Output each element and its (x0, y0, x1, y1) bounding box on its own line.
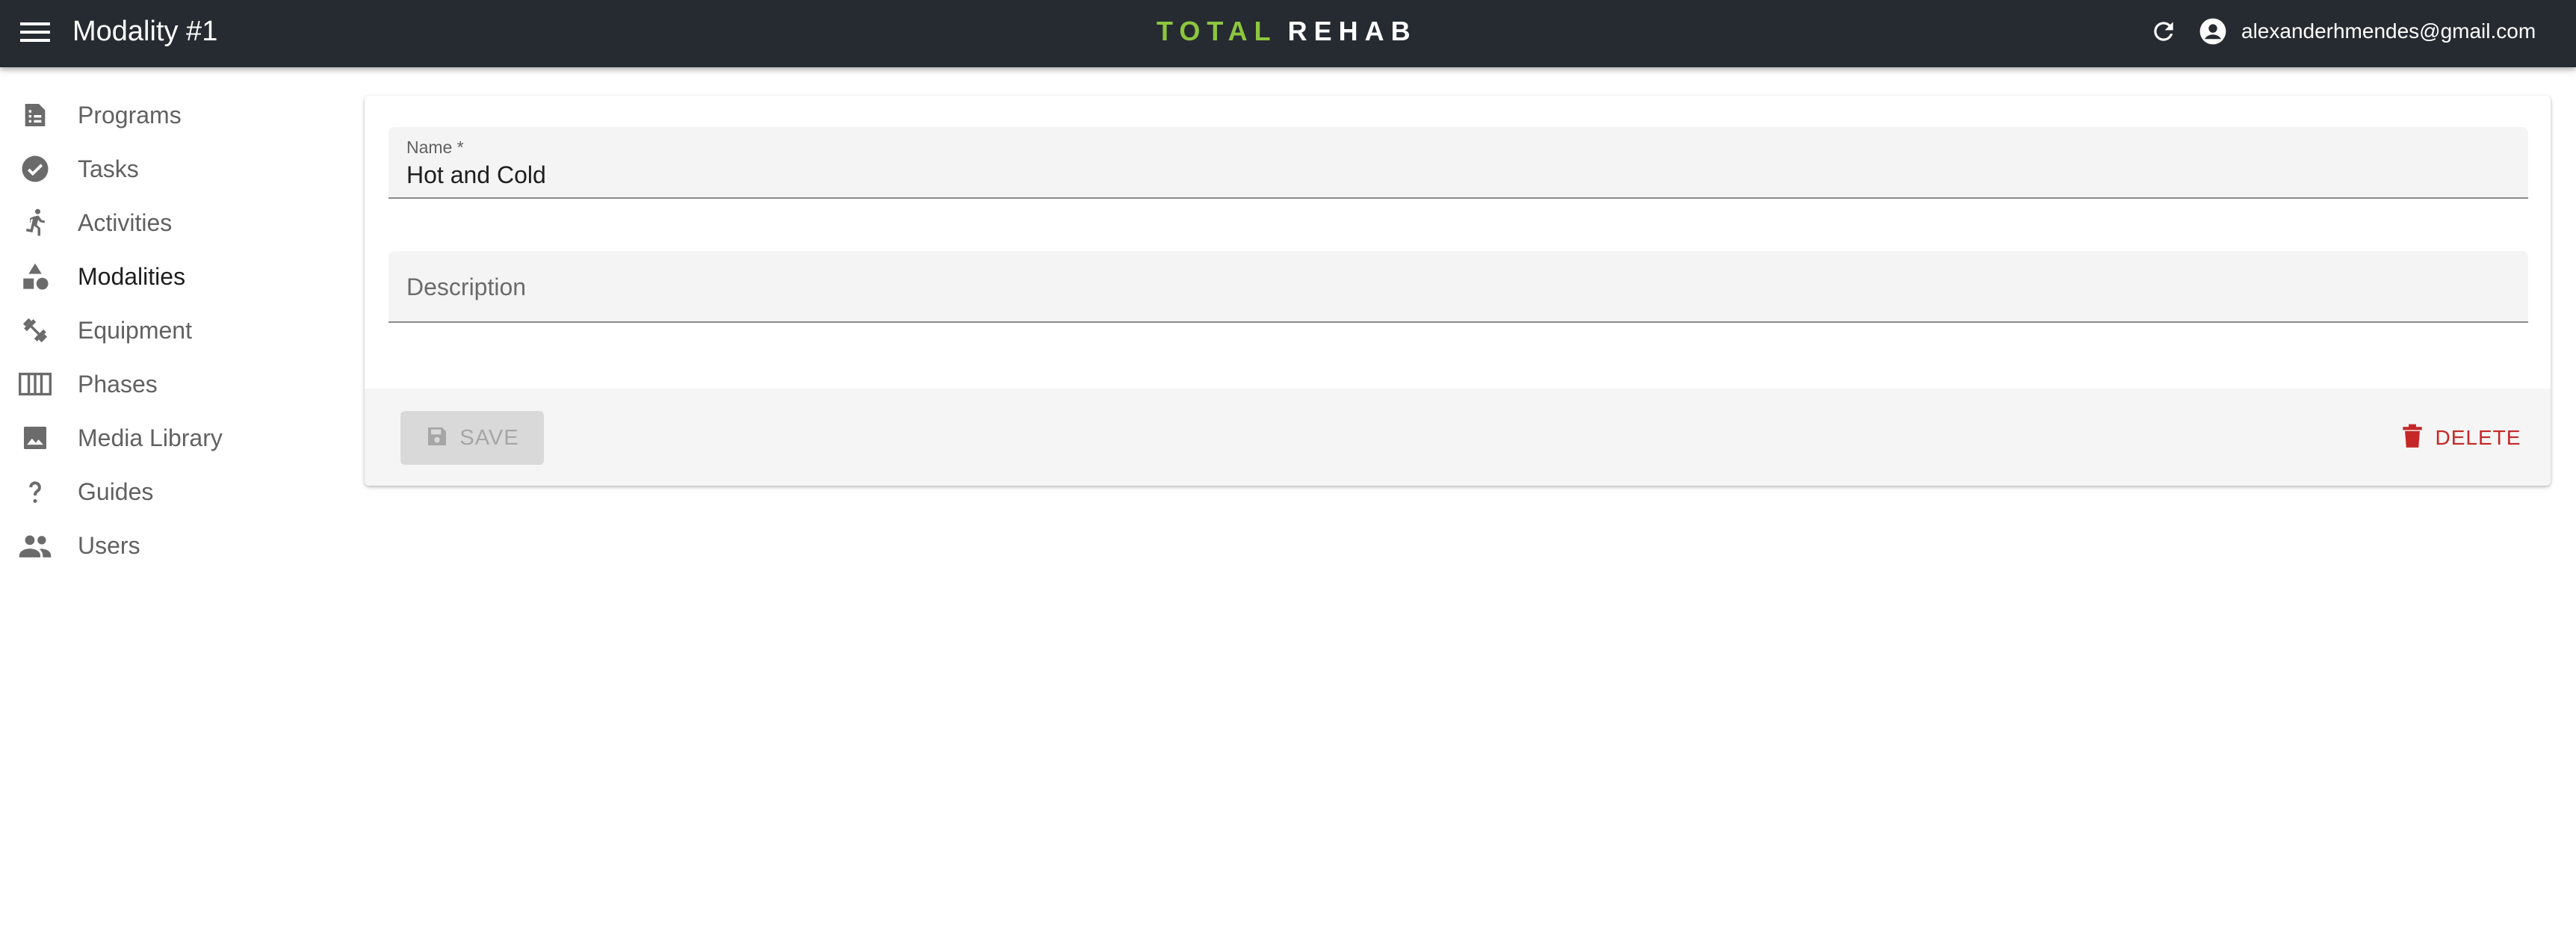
dumbbell-icon (16, 312, 54, 349)
user-email[interactable]: alexanderhmendes@gmail.com (2241, 0, 2536, 63)
save-label: SAVE (459, 425, 519, 450)
running-person-icon (16, 204, 54, 241)
sidebar-item-label: Modalities (78, 262, 186, 290)
name-input[interactable]: Hot and Cold (406, 161, 546, 189)
logo-text-rehab: REHAB (1287, 16, 1417, 46)
page-title: Modality #1 (72, 16, 218, 47)
sidebar-item-phases[interactable]: Phases (0, 357, 344, 411)
question-mark-icon (16, 473, 54, 510)
image-icon (16, 419, 54, 457)
sidebar-item-label: Media Library (78, 424, 223, 451)
program-icon (16, 96, 54, 134)
sidebar-item-equipment[interactable]: Equipment (0, 303, 344, 357)
refresh-icon[interactable] (2146, 13, 2182, 49)
shapes-icon (16, 258, 54, 295)
sidebar-item-media-library[interactable]: Media Library (0, 411, 344, 465)
save-icon (425, 424, 449, 452)
modality-form-card: Name * Hot and Cold Description SAVE DEL… (365, 96, 2551, 486)
sidebar-item-label: Users (78, 531, 140, 559)
description-field[interactable]: Description (388, 251, 2528, 323)
delete-button[interactable]: DELETE (2386, 411, 2536, 465)
columns-icon (16, 365, 54, 403)
sidebar-item-label: Tasks (78, 155, 139, 182)
sidebar-item-label: Programs (78, 101, 182, 129)
sidebar-item-programs[interactable]: Programs (0, 88, 344, 142)
card-actions: SAVE DELETE (365, 389, 2551, 486)
sidebar-item-label: Guides (78, 477, 154, 505)
sidebar-item-activities[interactable]: Activities (0, 196, 344, 250)
check-circle-icon (16, 150, 54, 188)
sidebar-item-tasks[interactable]: Tasks (0, 142, 344, 196)
name-field-label: Name * (406, 137, 464, 157)
sidebar-item-label: Equipment (78, 316, 192, 344)
account-circle-icon[interactable] (2196, 15, 2229, 48)
people-icon (16, 527, 54, 564)
top-app-bar: Modality #1 TOTAL REHAB alexanderhmendes@… (0, 0, 2576, 67)
save-button[interactable]: SAVE (400, 411, 544, 465)
menu-icon[interactable] (16, 16, 54, 49)
sidebar-item-label: Phases (78, 370, 158, 398)
sidebar-item-guides[interactable]: Guides (0, 465, 344, 519)
name-field[interactable]: Name * Hot and Cold (388, 127, 2528, 199)
sidebar-item-users[interactable]: Users (0, 519, 344, 572)
delete-label: DELETE (2435, 426, 2521, 449)
sidebar-nav: Programs Tasks Activities Modalities Equ… (0, 88, 344, 572)
sidebar-item-modalities[interactable]: Modalities (0, 250, 344, 303)
logo-text-total: TOTAL (1157, 16, 1278, 46)
description-input[interactable]: Description (406, 273, 526, 301)
trash-icon (2401, 424, 2424, 453)
sidebar-item-label: Activities (78, 208, 173, 236)
brand-logo: TOTAL REHAB (1157, 0, 1417, 63)
